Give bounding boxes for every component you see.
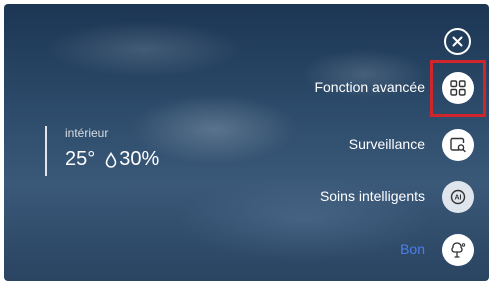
app-screen: intérieur 25° 30% Fonction avancée Surve… bbox=[4, 4, 489, 281]
highlight-box bbox=[430, 60, 486, 117]
menu-label-good[interactable]: Bon bbox=[400, 241, 425, 257]
indoor-label: intérieur bbox=[65, 126, 109, 140]
smart-care-button[interactable]: AI bbox=[442, 181, 474, 213]
good-status-button[interactable] bbox=[442, 234, 474, 266]
close-icon bbox=[452, 36, 463, 47]
temperature-value: 25° bbox=[65, 148, 96, 170]
water-drop-icon bbox=[105, 151, 117, 168]
menu-label-advanced-function[interactable]: Fonction avancée bbox=[314, 79, 425, 95]
ai-care-icon: AI bbox=[450, 189, 466, 205]
humidity-value: 30% bbox=[119, 148, 160, 170]
menu-label-smart-care[interactable]: Soins intelligents bbox=[320, 188, 425, 204]
indoor-panel: intérieur 25° 30% bbox=[45, 126, 159, 176]
close-button[interactable] bbox=[444, 28, 471, 55]
tree-icon bbox=[451, 242, 466, 258]
svg-text:AI: AI bbox=[455, 195, 462, 202]
monitor-search-icon bbox=[450, 137, 466, 153]
indoor-values: 25° 30% bbox=[65, 148, 159, 171]
surveillance-button[interactable] bbox=[442, 129, 474, 161]
menu-label-surveillance[interactable]: Surveillance bbox=[349, 136, 425, 152]
